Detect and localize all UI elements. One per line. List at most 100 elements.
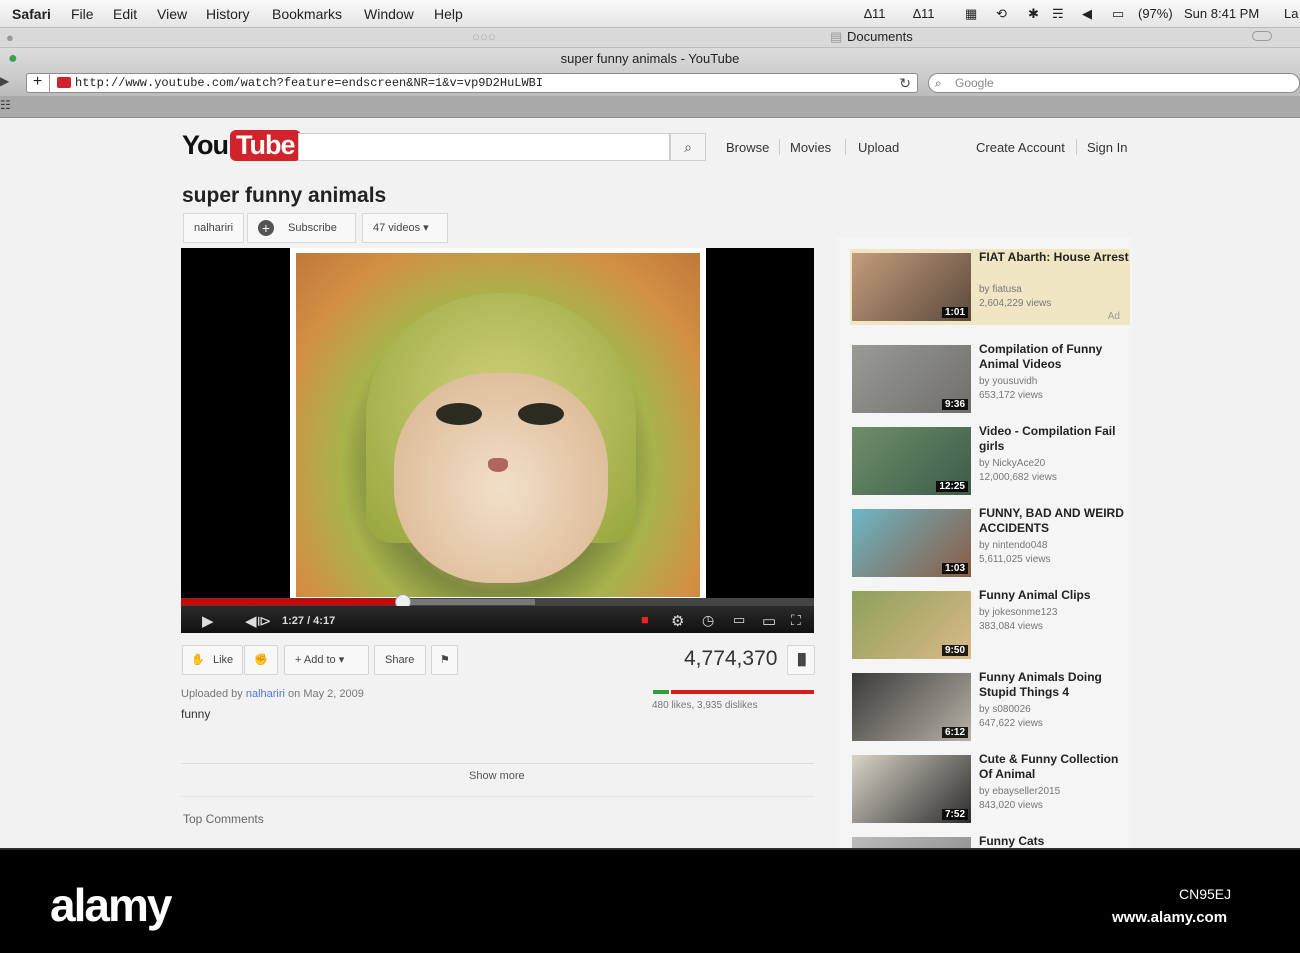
safari-title-bar: ● super funny animals - YouTube [0, 48, 1300, 70]
youtube-logo[interactable]: You Tube [182, 130, 301, 161]
related-video-uploader[interactable]: by nintendo048 [979, 540, 1047, 551]
add-bookmark-button[interactable]: + [26, 73, 50, 93]
play-icon[interactable]: ▶ [202, 612, 214, 630]
show-more-button[interactable]: Show more [469, 770, 525, 782]
chevron-down-icon: ▾ [423, 222, 429, 234]
add-to-button[interactable]: + Add to ▾ [284, 645, 369, 675]
video-duration: 1:01 [941, 307, 968, 318]
search-icon: ⌕ [684, 139, 692, 155]
grid-icon[interactable]: ▦ [965, 6, 977, 22]
related-video-title[interactable]: Funny Animal Clips [979, 588, 1129, 603]
uploaded-prefix: Uploaded by [181, 688, 243, 700]
video-count-dropdown[interactable]: 47 videos ▾ [362, 213, 448, 243]
time-machine-icon[interactable]: ⟲ [996, 6, 1007, 22]
menu-view[interactable]: View [157, 6, 187, 22]
related-video-thumbnail[interactable]: 1:01 [852, 253, 971, 321]
related-video-thumbnail[interactable]: 7:52 [852, 755, 971, 823]
ad-label: Ad [1107, 311, 1120, 322]
wifi-icon[interactable]: ☴ [1052, 6, 1064, 22]
large-player-icon[interactable]: ▭ [762, 612, 776, 630]
folder-icon: ▤ [830, 29, 843, 44]
battery-icon[interactable]: ▭ [1112, 6, 1124, 22]
menu-file[interactable]: File [71, 6, 94, 22]
nav-upload[interactable]: Upload [858, 140, 899, 155]
menubar-clock[interactable]: Sun 8:41 PM [1184, 6, 1259, 21]
related-video-item[interactable]: 9:36 Compilation of Funny Animal Videos by… [850, 341, 1130, 417]
google-search-field[interactable]: ⌕ Google [928, 73, 1300, 93]
related-video-thumbnail[interactable]: 1:03 [852, 509, 971, 577]
menubar-truncated-item[interactable]: La [1284, 6, 1298, 21]
related-video-thumbnail[interactable]: 9:36 [852, 345, 971, 413]
small-player-icon[interactable]: ▭ [733, 612, 745, 628]
related-video-title[interactable]: Video - Compilation Fail girls [979, 424, 1129, 454]
cat-eye [518, 403, 564, 425]
show-all-bookmarks-icon[interactable]: ☷ [0, 98, 11, 112]
nav-browse[interactable]: Browse [726, 140, 769, 155]
settings-gear-icon[interactable]: ⚙ [671, 612, 684, 630]
share-button[interactable]: Share [374, 645, 426, 675]
address-bar[interactable]: + http://www.youtube.com/watch?feature=e… [26, 73, 918, 93]
adobe-icon[interactable]: ∆11 [864, 6, 885, 21]
channel-name-button[interactable]: nalhariri [183, 213, 245, 243]
nav-sign-in[interactable]: Sign In [1087, 140, 1127, 155]
related-video-thumbnail[interactable]: 9:50 [852, 591, 971, 659]
volume-icon[interactable]: ◀ [1082, 6, 1092, 22]
alamy-image-id: CN95EJ [1179, 886, 1232, 902]
related-video-thumbnail[interactable]: 6:12 [852, 673, 971, 741]
related-video-uploader[interactable]: by jokesonme123 [979, 607, 1057, 618]
top-comments-heading: Top Comments [183, 812, 264, 826]
related-video-item[interactable]: 12:25 Video - Compilation Fail girls by Ni… [850, 423, 1130, 499]
like-button[interactable]: ✋ Like [182, 645, 243, 675]
related-video-title[interactable]: Funny Cats [979, 834, 1129, 849]
window-close-icon[interactable]: ● [6, 30, 14, 45]
menu-window[interactable]: Window [364, 6, 414, 22]
related-video-item[interactable]: 6:12 Funny Animals Doing Stupid Things 4 b… [850, 669, 1130, 745]
related-video-item[interactable]: 1:03 FUNNY, BAD AND WEIRD ACCIDENTS by nin… [850, 505, 1130, 581]
forward-icon[interactable]: ▶ [0, 74, 9, 88]
window-buttons-icon[interactable]: ○○○ [472, 29, 496, 44]
add-to-label: Add to [303, 654, 336, 666]
toolbar-toggle-button[interactable] [1252, 31, 1272, 41]
related-video-uploader[interactable]: by s080026 [979, 704, 1031, 715]
related-video-uploader[interactable]: by ebayseller2015 [979, 786, 1060, 797]
related-video-views: 5,611,025 views [979, 554, 1051, 565]
nav-create-account[interactable]: Create Account [976, 140, 1065, 155]
stats-button[interactable]: ▐▌ [787, 645, 815, 675]
related-video-uploader[interactable]: by yousuvidh [979, 376, 1037, 387]
related-video-title[interactable]: Compilation of Funny Animal Videos [979, 342, 1129, 372]
zoom-window-icon[interactable]: ● [8, 48, 18, 70]
adobe-icon-2[interactable]: ∆11 [913, 6, 934, 21]
menu-app-safari[interactable]: Safari [12, 6, 51, 22]
dislikes-bar [671, 690, 814, 694]
related-video-item[interactable]: 1:01 FIAT Abarth: House Arrest by fiatusa 2… [850, 249, 1130, 325]
menu-help[interactable]: Help [434, 6, 463, 22]
uploader-link[interactable]: nalhariri [246, 688, 285, 700]
fullscreen-icon[interactable]: ⛶ [791, 612, 801, 629]
bluetooth-icon[interactable]: ✱ [1028, 6, 1039, 22]
related-video-item[interactable]: 9:50 Funny Animal Clips by jokesonme123 383… [850, 587, 1130, 663]
likes-bar [653, 690, 669, 694]
menu-edit[interactable]: Edit [113, 6, 137, 22]
related-video-title[interactable]: Funny Animals Doing Stupid Things 4 [979, 670, 1129, 700]
watch-later-clock-icon[interactable]: ◷ [702, 612, 714, 629]
flag-button[interactable]: ⚑ [431, 645, 458, 675]
related-video-thumbnail[interactable]: 12:25 [852, 427, 971, 495]
youtube-search-input[interactable] [298, 133, 670, 161]
related-video-title[interactable]: Cute & Funny Collection Of Animal [979, 752, 1129, 782]
menu-history[interactable]: History [206, 6, 250, 22]
url-text[interactable]: http://www.youtube.com/watch?feature=end… [75, 76, 543, 90]
volume-icon[interactable]: ◀⧐ [245, 612, 272, 630]
related-video-title[interactable]: FUNNY, BAD AND WEIRD ACCIDENTS [979, 506, 1129, 536]
related-video-title[interactable]: FIAT Abarth: House Arrest [979, 250, 1129, 265]
divider [181, 763, 814, 764]
subscribe-button[interactable]: + Subscribe [247, 213, 356, 243]
related-video-item[interactable]: 7:52 Cute & Funny Collection Of Animal by … [850, 751, 1130, 827]
related-video-uploader[interactable]: by fiatusa [979, 284, 1022, 295]
annotations-icon[interactable]: ■ [641, 612, 649, 627]
nav-movies[interactable]: Movies [790, 140, 831, 155]
menu-bookmarks[interactable]: Bookmarks [272, 6, 342, 22]
youtube-search-button[interactable]: ⌕ [670, 133, 706, 161]
related-video-uploader[interactable]: by NickyAce20 [979, 458, 1045, 469]
reload-icon[interactable]: ↻ [899, 74, 911, 92]
dislike-button[interactable]: ✊ [244, 645, 278, 675]
